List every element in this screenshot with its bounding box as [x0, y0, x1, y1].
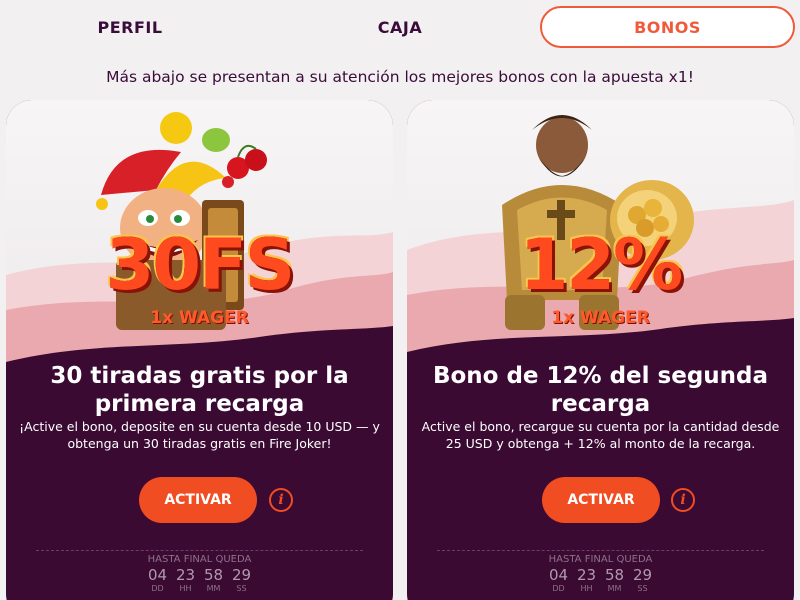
- timer-unit: HH: [179, 584, 192, 593]
- timer-unit: DD: [552, 584, 565, 593]
- wager-label: 1x WAGER: [551, 308, 650, 328]
- timer-unit: DD: [151, 584, 164, 593]
- tab-caja[interactable]: CAJA: [310, 6, 490, 48]
- bonus-card-free-spins: 30FS 1x WAGER 30 tiradas gratis por la p…: [6, 100, 393, 600]
- timer-seconds: 29 SS: [231, 566, 253, 594]
- bonus-headline: 30FS: [105, 224, 296, 306]
- timer-value: 29: [231, 566, 252, 584]
- timer-value: 04: [548, 566, 569, 584]
- activate-button[interactable]: ACTIVAR: [542, 477, 660, 523]
- tab-bonos[interactable]: BONOS: [540, 6, 795, 48]
- card-description: Active el bono, recargue su cuenta por l…: [421, 419, 780, 451]
- timer-unit: MM: [206, 584, 221, 593]
- timer-seconds: 29 SS: [632, 566, 654, 594]
- timer-value: 29: [632, 566, 653, 584]
- card-title: Bono de 12% del segunda recarga: [432, 363, 769, 417]
- wager-label: 1x WAGER: [150, 308, 249, 328]
- timer-label: HASTA FINAL QUEDA: [548, 554, 653, 565]
- bonus-card-deposit: 12% 1x WAGER Bono de 12% del segunda rec…: [407, 100, 794, 600]
- timer-days: 04 DD: [147, 566, 169, 594]
- timer-value: 04: [147, 566, 168, 584]
- info-icon[interactable]: i: [269, 488, 293, 512]
- card-description: ¡Active el bono, deposite en su cuenta d…: [19, 419, 380, 451]
- timer-unit: MM: [607, 584, 622, 593]
- timer-hours: 23 HH: [576, 566, 598, 594]
- tab-perfil[interactable]: PERFIL: [40, 6, 220, 48]
- divider: [437, 550, 764, 551]
- divider: [36, 550, 363, 551]
- timer-unit: HH: [580, 584, 593, 593]
- timer-minutes: 58 MM: [203, 566, 225, 594]
- timer-hours: 23 HH: [175, 566, 197, 594]
- bonus-tabs: PERFIL CAJA BONOS: [0, 6, 800, 50]
- timer-label: HASTA FINAL QUEDA: [147, 554, 252, 565]
- timer-days: 04 DD: [548, 566, 570, 594]
- timer-value: 23: [175, 566, 196, 584]
- timer-unit: SS: [637, 584, 648, 593]
- bonus-headline: 12%: [519, 224, 684, 306]
- card-title: 30 tiradas gratis por la primera recarga: [50, 363, 349, 417]
- timer-unit: SS: [236, 584, 247, 593]
- page-subtitle: Más abajo se presentan a su atención los…: [106, 68, 694, 86]
- timer-value: 58: [604, 566, 625, 584]
- countdown-timer: 04 DD 23 HH 58 MM 29 SS: [6, 566, 393, 594]
- timer-value: 58: [203, 566, 224, 584]
- timer-minutes: 58 MM: [604, 566, 626, 594]
- countdown-timer: 04 DD 23 HH 58 MM 29 SS: [407, 566, 794, 594]
- timer-value: 23: [576, 566, 597, 584]
- activate-button[interactable]: ACTIVAR: [139, 477, 257, 523]
- info-icon[interactable]: i: [671, 488, 695, 512]
